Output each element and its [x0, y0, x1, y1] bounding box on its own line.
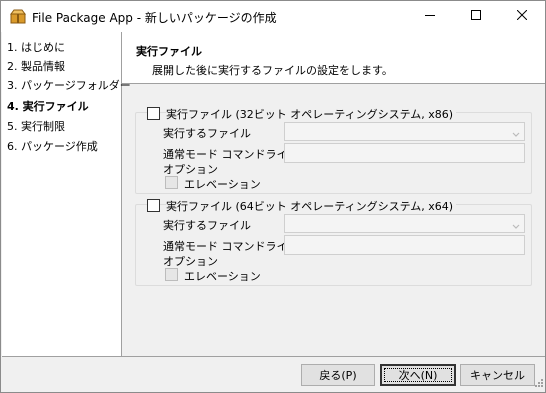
wizard-steps-sidebar: 1. はじめに 2. 製品情報 3. パッケージフォルダー 4. 実行ファイル …: [2, 32, 131, 356]
chevron-down-icon: [512, 220, 520, 233]
x64-executable-checkbox[interactable]: [147, 199, 160, 212]
x64-file-label: 実行するファイル: [163, 219, 251, 232]
footer-divider: [2, 356, 545, 357]
x64-cmdline-input[interactable]: [284, 235, 525, 255]
next-button[interactable]: 次へ(N): [380, 364, 456, 386]
close-button[interactable]: [499, 1, 545, 32]
x64-elevation-label: エレベーション: [184, 270, 261, 283]
step-executable[interactable]: 4. 実行ファイル: [7, 98, 89, 114]
x86-cmdline-label-line2: オプション: [163, 163, 218, 176]
back-button[interactable]: 戻る(P): [301, 364, 375, 386]
maximize-icon: [471, 10, 481, 23]
chevron-down-icon: [512, 128, 520, 141]
x86-executable-group: 実行ファイル (32ビット オペレーティングシステム, x86) 実行するファイ…: [135, 106, 532, 194]
cancel-button[interactable]: キャンセル: [460, 364, 535, 386]
x86-file-label: 実行するファイル: [163, 127, 251, 140]
step-execution-limits[interactable]: 5. 実行制限: [7, 118, 65, 134]
x64-cmdline-label: 通常モード コマンドライン: [163, 240, 299, 253]
resize-grip-icon[interactable]: [534, 378, 544, 391]
page-title: 実行ファイル: [136, 45, 202, 58]
x86-elevation-label: エレベーション: [184, 178, 261, 191]
step-product-info[interactable]: 2. 製品情報: [7, 58, 65, 74]
minimize-button[interactable]: [407, 1, 453, 32]
step-create-package[interactable]: 6. パッケージ作成: [7, 138, 98, 154]
x86-file-select[interactable]: [284, 122, 525, 141]
x86-executable-label: 実行ファイル (32ビット オペレーティングシステム, x86): [166, 106, 457, 122]
page-header: 実行ファイル 展開した後に実行するファイルの設定をします。: [122, 32, 545, 84]
x86-executable-checkbox[interactable]: [147, 107, 160, 120]
x64-elevation-checkbox[interactable]: [165, 268, 178, 281]
focus-rect: [384, 368, 452, 382]
page-description: 展開した後に実行するファイルの設定をします。: [152, 64, 393, 77]
minimize-icon: [425, 10, 435, 23]
x86-elevation-checkbox[interactable]: [165, 176, 178, 189]
x64-cmdline-label-line2: オプション: [163, 255, 218, 268]
x64-executable-group: 実行ファイル (64ビット オペレーティングシステム, x64) 実行するファイ…: [135, 198, 532, 286]
step-package-folder[interactable]: 3. パッケージフォルダー: [7, 77, 131, 93]
package-app-icon: [10, 9, 26, 24]
close-icon: [516, 9, 528, 23]
maximize-button[interactable]: [453, 1, 499, 32]
x86-cmdline-input[interactable]: [284, 143, 525, 163]
x64-executable-label: 実行ファイル (64ビット オペレーティングシステム, x64): [166, 198, 457, 214]
title-bar[interactable]: File Package App - 新しいパッケージの作成: [1, 1, 545, 32]
app-window: File Package App - 新しいパッケージの作成 1. はじめに 2…: [0, 0, 546, 393]
x64-file-select[interactable]: [284, 214, 525, 233]
step-intro[interactable]: 1. はじめに: [7, 39, 65, 55]
window-title: File Package App - 新しいパッケージの作成: [32, 11, 277, 25]
x86-cmdline-label: 通常モード コマンドライン: [163, 148, 299, 161]
